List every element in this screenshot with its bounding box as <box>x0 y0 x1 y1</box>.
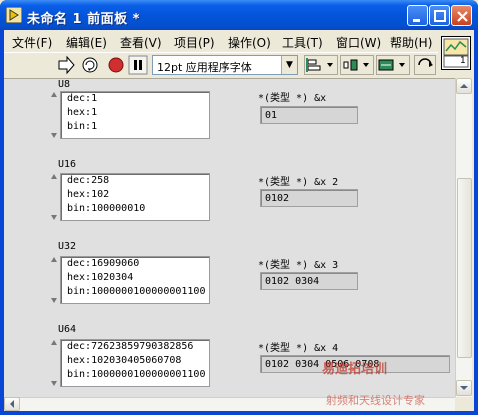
indicator-label-2: *(类型 *) &x 2 <box>258 177 339 188</box>
close-button[interactable] <box>451 5 472 26</box>
hex-line: hex:1020304 <box>67 272 134 283</box>
menu-file[interactable]: 文件(F) <box>12 34 52 51</box>
menu-tools[interactable]: 工具(T) <box>282 34 323 51</box>
dec-line: dec:16909060 <box>67 258 140 269</box>
window-frame: 未命名 1 前面板 * 文件(F) 编辑(E) 查看(V) 项目(P) 操作(O… <box>0 0 478 415</box>
menu-view[interactable]: 查看(V) <box>120 34 162 51</box>
hex-line: hex:1 <box>67 107 98 118</box>
numeric-display-u8[interactable]: dec:1 hex:1 bin:1 <box>60 91 210 139</box>
minimize-icon <box>413 19 420 22</box>
run-arrow-icon[interactable] <box>56 55 76 75</box>
bin-line: bin:1000000100000001100 <box>67 369 206 380</box>
align-icon <box>306 58 333 72</box>
increment-decrement-icon[interactable] <box>50 339 58 387</box>
abort-icon[interactable] <box>106 55 126 75</box>
hex-line: hex:102 <box>67 189 110 200</box>
control-label-u64: U64 <box>58 324 77 335</box>
indicator-2: 0102 <box>260 189 358 207</box>
minimize-button[interactable] <box>407 5 428 26</box>
menu-bar: 文件(F) 编辑(E) 查看(V) 项目(P) 操作(O) 工具(T) 窗口(W… <box>4 30 438 52</box>
increment-decrement-icon[interactable] <box>50 256 58 304</box>
pause-icon[interactable] <box>128 55 148 75</box>
chevron-down-icon <box>460 386 468 390</box>
chevron-down-icon[interactable]: ▼ <box>281 56 297 74</box>
increment-decrement-icon[interactable] <box>50 91 58 139</box>
scroll-up-button[interactable] <box>456 78 472 94</box>
increment-decrement-icon[interactable] <box>50 173 58 221</box>
indicator-label-1: *(类型 *) &x <box>258 93 327 104</box>
client-area: 文件(F) 编辑(E) 查看(V) 项目(P) 操作(O) 工具(T) 窗口(W… <box>4 30 474 411</box>
reorder-icon <box>418 58 433 67</box>
title-bar[interactable]: 未命名 1 前面板 * <box>0 0 478 30</box>
scroll-left-button[interactable] <box>4 397 20 411</box>
run-continuously-icon[interactable] <box>80 55 100 75</box>
labview-app-icon <box>6 7 22 23</box>
dec-line: dec:258 <box>67 175 110 186</box>
numeric-display-u64[interactable]: dec:72623859790382856 hex:10203040506070… <box>60 339 210 387</box>
resize-icon <box>378 59 405 71</box>
distribute-icon <box>343 59 369 71</box>
menu-project[interactable]: 项目(P) <box>174 34 215 51</box>
font-dropdown[interactable]: 12pt 应用程序字体 ▼ <box>152 55 298 75</box>
window-title: 未命名 1 前面板 * <box>27 12 140 27</box>
scroll-down-button[interactable] <box>456 380 472 396</box>
bin-line: bin:1000000100000001100 <box>67 286 206 297</box>
resize-objects-button[interactable] <box>376 55 410 75</box>
vi-icon-number: 1 <box>460 56 466 66</box>
watermark-logo: 易迪拓培训 <box>322 362 388 377</box>
dec-line: dec:1 <box>67 93 98 104</box>
bin-line: bin:100000010 <box>67 203 146 214</box>
control-label-u32: U32 <box>58 241 77 252</box>
align-objects-button[interactable] <box>304 55 338 75</box>
control-label-u8: U8 <box>58 79 71 90</box>
scroll-thumb[interactable] <box>457 178 472 358</box>
distribute-objects-button[interactable] <box>340 55 374 75</box>
vertical-scrollbar[interactable] <box>455 78 472 397</box>
dec-line: dec:72623859790382856 <box>67 341 194 352</box>
close-icon <box>457 11 468 22</box>
font-dropdown-value: 12pt 应用程序字体 <box>157 61 252 74</box>
watermark-caption: 射频和天线设计专家 <box>326 394 425 407</box>
menu-window[interactable]: 窗口(W) <box>336 34 381 51</box>
menu-help[interactable]: 帮助(H) <box>390 34 432 51</box>
numeric-display-u32[interactable]: dec:16909060 hex:1020304 bin:10000001000… <box>60 256 210 304</box>
indicator-1: 01 <box>260 106 358 124</box>
chevron-up-icon <box>460 84 468 88</box>
toolbar: 12pt 应用程序字体 ▼ <box>4 52 438 76</box>
chevron-left-icon <box>10 400 14 408</box>
menu-operate[interactable]: 操作(O) <box>228 34 271 51</box>
vi-connector-icon <box>443 38 469 68</box>
maximize-button[interactable] <box>429 5 450 26</box>
vi-icon[interactable]: 1 <box>441 36 471 70</box>
control-label-u16: U16 <box>58 159 77 170</box>
front-panel: U8 dec:1 hex:1 bin:1 *(类型 *) &x 01 U16 d… <box>4 78 455 397</box>
numeric-display-u16[interactable]: dec:258 hex:102 bin:100000010 <box>60 173 210 221</box>
maximize-icon <box>434 10 446 22</box>
indicator-label-3: *(类型 *) &x 3 <box>258 260 339 271</box>
hex-line: hex:102030405060708 <box>67 355 182 366</box>
indicator-label-4: *(类型 *) &x 4 <box>258 343 339 354</box>
menu-edit[interactable]: 编辑(E) <box>66 34 107 51</box>
reorder-button[interactable] <box>414 55 436 75</box>
indicator-3: 0102 0304 <box>260 272 358 290</box>
bin-line: bin:1 <box>67 121 98 132</box>
